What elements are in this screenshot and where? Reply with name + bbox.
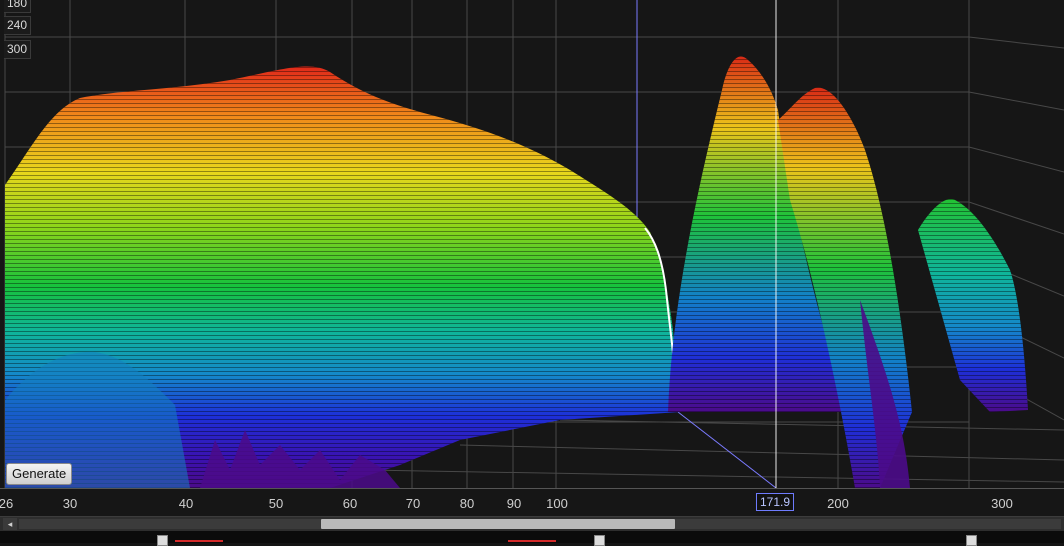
waterfall-plot[interactable]: 180 240 300 Generate [0, 0, 1064, 488]
x-tick-label: 50 [268, 496, 284, 511]
scroll-track[interactable] [19, 519, 1061, 529]
horizontal-scrollbar[interactable]: ◂ [0, 516, 1064, 531]
x-tick-label: 80 [459, 496, 475, 511]
x-tick-label: 40 [178, 496, 194, 511]
trace-color-swatch [175, 540, 223, 542]
cursor-readout: 171.9 [755, 493, 795, 511]
x-tick-label: 300 [991, 496, 1013, 511]
z-axis-label: 240 [4, 16, 32, 35]
trace-color-swatch [508, 540, 556, 542]
x-tick-label: 30 [62, 496, 78, 511]
x-tick-label: 26 [0, 496, 14, 511]
z-axis-label: 180 [4, 0, 32, 13]
bottom-toolbar [0, 531, 1064, 546]
x-tick-label: 60 [342, 496, 358, 511]
checkbox[interactable] [966, 535, 977, 546]
waterfall-svg[interactable] [0, 0, 1064, 488]
scroll-left-arrow-icon[interactable]: ◂ [3, 518, 17, 530]
scroll-thumb[interactable] [321, 519, 676, 529]
z-axis-label: 300 [4, 40, 32, 59]
x-axis[interactable]: 26 30 40 50 60 70 80 90 100 200 300 171.… [0, 488, 1064, 517]
checkbox[interactable] [157, 535, 168, 546]
x-tick-label: 100 [546, 496, 568, 511]
checkbox[interactable] [594, 535, 605, 546]
x-tick-label: 90 [506, 496, 522, 511]
x-tick-label: 200 [827, 496, 849, 511]
waterfall-surface-main [5, 66, 680, 488]
generate-button[interactable]: Generate [6, 463, 73, 485]
x-tick-label: 70 [405, 496, 421, 511]
